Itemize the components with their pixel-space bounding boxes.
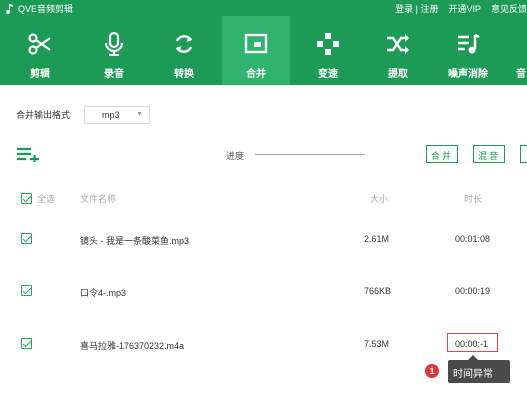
add-file-icon[interactable] xyxy=(16,146,40,162)
row-checkbox[interactable] xyxy=(21,233,32,244)
row-checkbox[interactable] xyxy=(21,285,32,296)
file-name: 口令4-.mp3 xyxy=(80,288,127,298)
file-size: 7.53M xyxy=(364,339,390,349)
output-format-select[interactable]: mp3 ▼ xyxy=(84,106,150,124)
tool-more[interactable]: 音 xyxy=(504,16,527,85)
app-title-text: QVE音频剪辑 xyxy=(18,4,74,14)
header-links: 登录 | 注册 开通VIP 意见反馈 xyxy=(395,2,527,15)
tool-record[interactable]: 录音 xyxy=(80,16,148,85)
login-link[interactable]: 登录 | 注册 xyxy=(395,2,438,15)
file-size: 766KB xyxy=(364,286,392,296)
speed-icon xyxy=(317,33,339,55)
microphone-icon xyxy=(104,32,124,56)
tool-label: 剪辑 xyxy=(30,69,50,80)
tool-extract[interactable]: 提取 xyxy=(364,16,432,85)
output-format-label: 合并输出格式 xyxy=(16,110,71,120)
row-checkbox[interactable] xyxy=(21,338,32,349)
main-toolbar: 剪辑 录音 转换 合并 变速 提取 噪声消除 音 xyxy=(0,16,527,85)
column-duration-header: 时长 xyxy=(464,194,483,204)
vip-link[interactable]: 开通VIP xyxy=(448,2,481,15)
app-title: QVE音频剪辑 xyxy=(6,2,73,15)
tool-label: 变速 xyxy=(318,69,338,80)
file-duration: 00:01:08 xyxy=(455,234,491,244)
file-name: 喜马拉雅-176370232.m4a xyxy=(80,341,185,351)
tool-cut[interactable]: 剪辑 xyxy=(6,16,74,85)
tool-label: 音 xyxy=(516,69,526,80)
tool-convert[interactable]: 转换 xyxy=(150,16,218,85)
file-name: 镜头 - 我是一条酸菜鱼.mp3 xyxy=(80,236,190,246)
mix-button[interactable]: 混音 xyxy=(473,145,506,163)
file-size: 2.61M xyxy=(364,234,390,244)
tool-label: 噪声消除 xyxy=(448,69,488,80)
merge-icon xyxy=(244,33,268,54)
tool-label: 提取 xyxy=(388,69,408,80)
feedback-link[interactable]: 意见反馈 xyxy=(491,2,527,15)
file-duration: 00:00:19 xyxy=(455,286,491,296)
noise-icon xyxy=(458,33,480,54)
output-format-value: mp3 xyxy=(102,110,120,120)
music-note-icon xyxy=(6,3,13,14)
time-error-tooltip: 时间异常 xyxy=(448,355,510,383)
convert-icon xyxy=(175,35,193,53)
extra-button[interactable] xyxy=(520,145,527,163)
tool-noise-removal[interactable]: 噪声消除 xyxy=(434,16,502,85)
progress-bar xyxy=(255,154,365,155)
column-size-header: 大小 xyxy=(370,194,389,204)
column-name-header: 文件名称 xyxy=(80,194,117,204)
tool-label: 转换 xyxy=(174,69,194,80)
warning-badge: 1 xyxy=(425,364,439,378)
extract-icon xyxy=(387,34,409,54)
tool-label: 录音 xyxy=(104,69,124,80)
tool-label: 合并 xyxy=(246,69,266,80)
select-all-label: 全选 xyxy=(37,194,56,204)
title-bar: QVE音频剪辑 登录 | 注册 开通VIP 意见反馈 xyxy=(0,0,527,16)
scissors-icon xyxy=(28,33,51,55)
tool-speed[interactable]: 变速 xyxy=(294,16,362,85)
select-all-checkbox[interactable] xyxy=(21,193,32,204)
duration-error-highlight xyxy=(447,333,498,352)
chevron-down-icon: ▼ xyxy=(136,111,143,118)
tool-merge[interactable]: 合并 xyxy=(222,16,290,85)
merge-button[interactable]: 合并 xyxy=(426,145,459,163)
progress-label: 进度 xyxy=(226,151,245,161)
